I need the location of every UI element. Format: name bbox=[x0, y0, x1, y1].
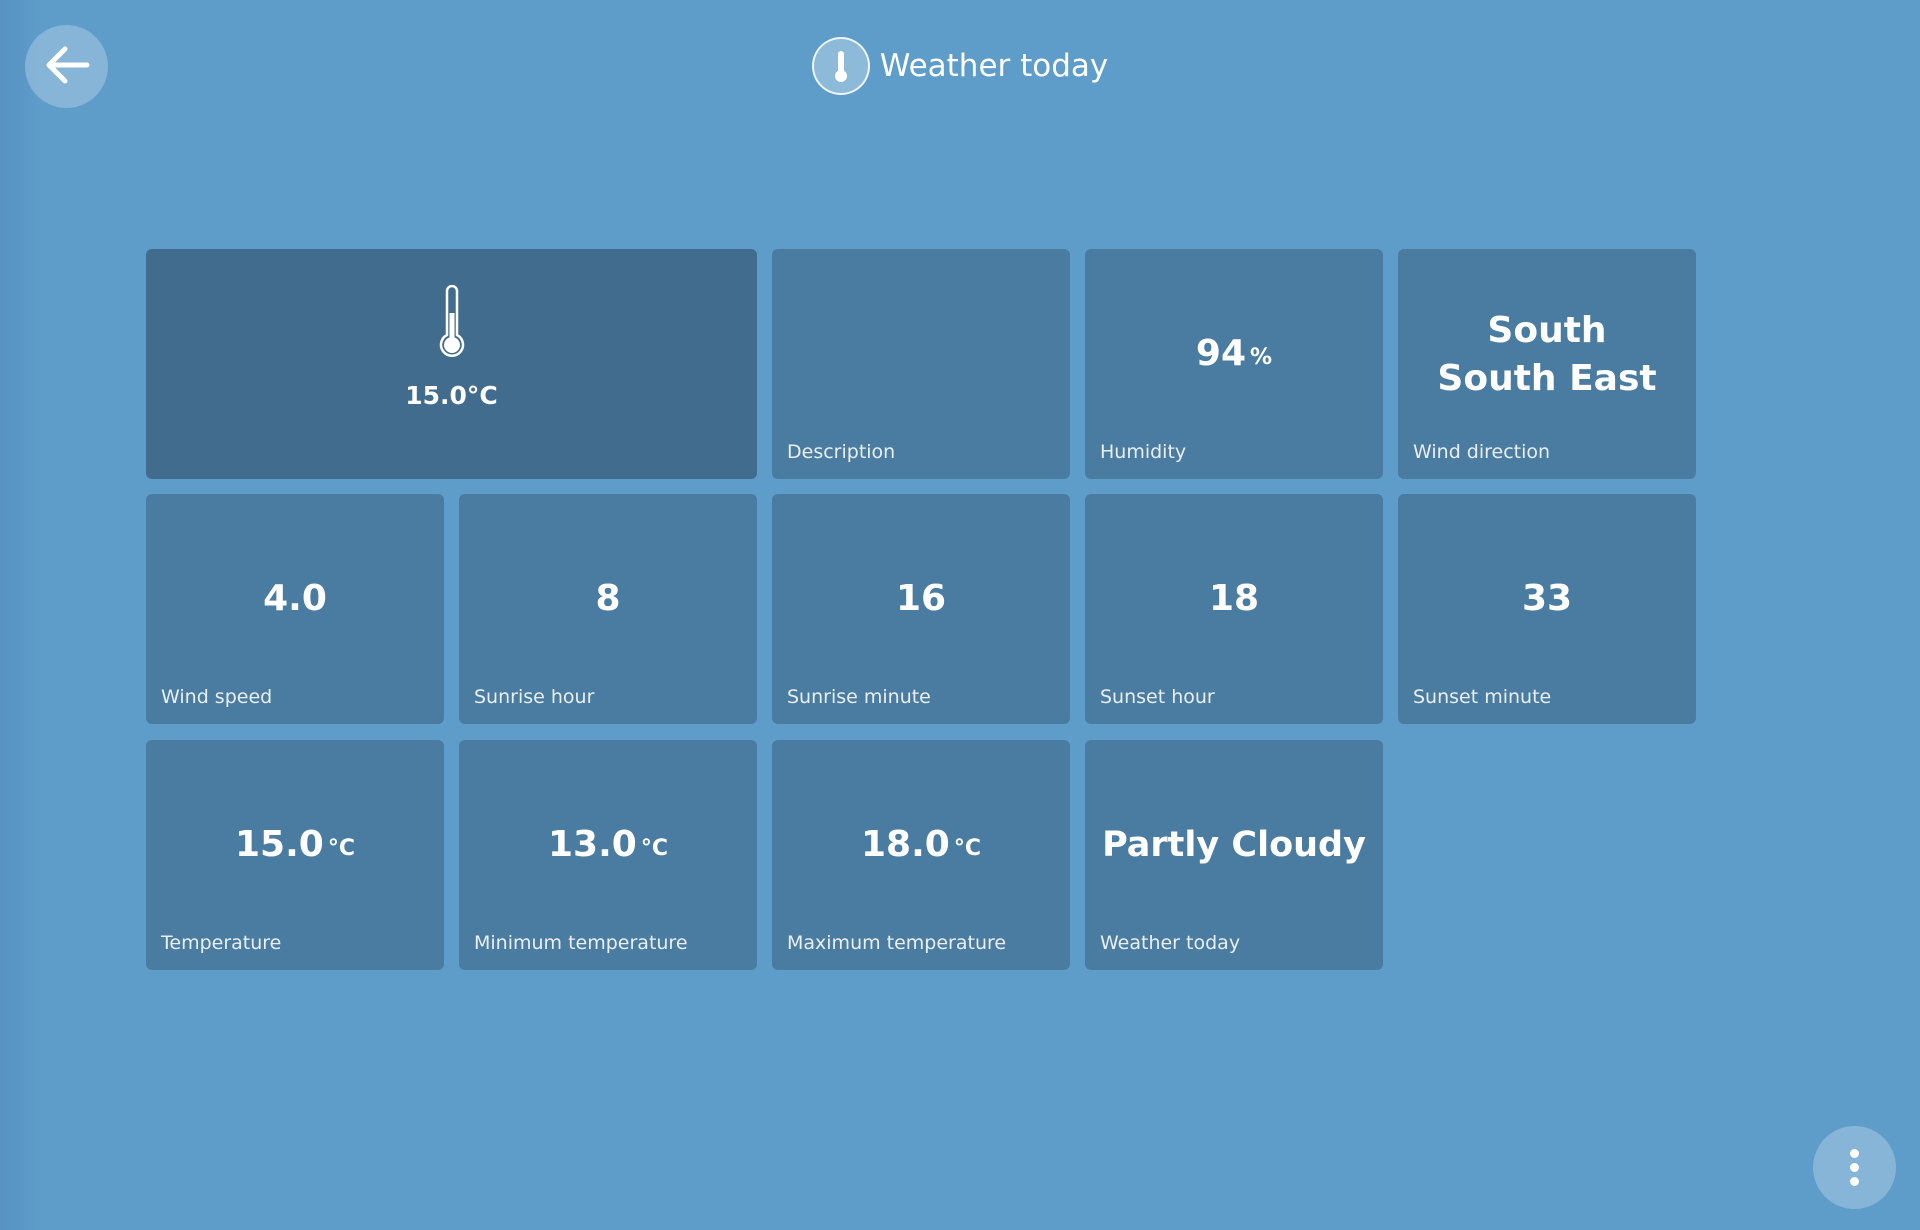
min-temperature-unit: °C bbox=[640, 836, 668, 861]
humidity-unit: % bbox=[1250, 345, 1273, 370]
sunset-hour-tile[interactable]: 18 Sunset hour bbox=[1085, 494, 1383, 724]
sunset-minute-tile[interactable]: 33 Sunset minute bbox=[1398, 494, 1696, 724]
description-label: Description bbox=[787, 441, 896, 463]
thermometer-icon bbox=[435, 284, 469, 365]
humidity-label: Humidity bbox=[1100, 441, 1187, 463]
wind-direction-value: South South East bbox=[1437, 310, 1657, 399]
temperature-value: 15.0 bbox=[235, 824, 324, 865]
humidity-value-container: 94% bbox=[1085, 249, 1383, 459]
min-temperature-tile[interactable]: 13.0 °C Minimum temperature bbox=[459, 740, 757, 970]
sunrise-minute-value: 16 bbox=[895, 578, 947, 619]
wind-speed-tile[interactable]: 4.0 Wind speed bbox=[146, 494, 444, 724]
wind-direction-label: Wind direction bbox=[1413, 441, 1551, 463]
wind-speed-label: Wind speed bbox=[161, 686, 273, 708]
thermometer-icon bbox=[811, 37, 870, 95]
temperature-label: Temperature bbox=[161, 932, 282, 954]
sunset-hour-label: Sunset hour bbox=[1100, 686, 1215, 708]
wind-direction-tile[interactable]: South South East Wind direction bbox=[1398, 249, 1696, 479]
min-temperature-label: Minimum temperature bbox=[474, 932, 688, 954]
wind-speed-value: 4.0 bbox=[263, 578, 327, 619]
max-temperature-value-container: 18.0 °C bbox=[772, 740, 1070, 950]
sunrise-hour-label: Sunrise hour bbox=[474, 686, 595, 708]
sunset-minute-value: 33 bbox=[1521, 578, 1573, 619]
max-temperature-value: 18.0 bbox=[861, 824, 950, 865]
sunset-hour-value: 18 bbox=[1208, 578, 1260, 619]
humidity-tile[interactable]: 94% Humidity bbox=[1085, 249, 1383, 479]
sunrise-hour-value: 8 bbox=[595, 578, 621, 619]
weather-today-label: Weather today bbox=[1100, 932, 1241, 954]
featured-temperature-value: 15.0°C bbox=[405, 381, 498, 410]
humidity-value: 94 bbox=[1195, 333, 1247, 374]
sunrise-hour-tile[interactable]: 8 Sunrise hour bbox=[459, 494, 757, 724]
max-temperature-unit: °C bbox=[953, 836, 981, 861]
weather-today-value: Partly Cloudy bbox=[1102, 825, 1366, 865]
page-title: Weather today bbox=[879, 48, 1109, 84]
min-temperature-value: 13.0 bbox=[548, 824, 637, 865]
weather-today-tile[interactable]: Partly Cloudy Weather today bbox=[1085, 740, 1383, 970]
sunset-minute-label: Sunset minute bbox=[1413, 686, 1552, 708]
max-temperature-label: Maximum temperature bbox=[787, 932, 1007, 954]
temperature-unit: °C bbox=[327, 836, 355, 861]
featured-temperature-tile[interactable]: 15.0°C bbox=[146, 249, 757, 479]
more-menu-button[interactable] bbox=[1813, 1126, 1896, 1209]
page-header: Weather today bbox=[0, 34, 1920, 98]
temperature-tile[interactable]: 15.0 °C Temperature bbox=[146, 740, 444, 970]
max-temperature-tile[interactable]: 18.0 °C Maximum temperature bbox=[772, 740, 1070, 970]
description-value bbox=[772, 249, 1070, 459]
sunrise-minute-label: Sunrise minute bbox=[787, 686, 931, 708]
more-vertical-icon bbox=[1850, 1147, 1859, 1189]
sunrise-minute-tile[interactable]: 16 Sunrise minute bbox=[772, 494, 1070, 724]
temperature-value-container: 15.0 °C bbox=[146, 740, 444, 950]
min-temperature-value-container: 13.0 °C bbox=[459, 740, 757, 950]
description-tile[interactable]: Description bbox=[772, 249, 1070, 479]
